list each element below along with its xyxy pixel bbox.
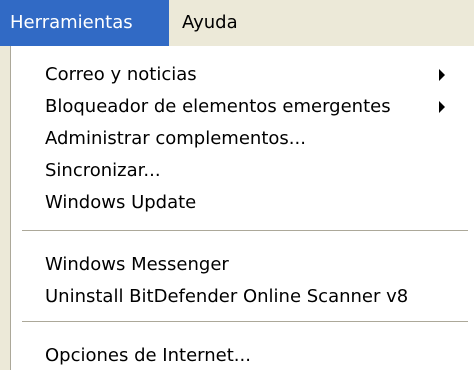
menu-item-sincronizar[interactable]: Sincronizar... — [45, 155, 161, 187]
menu-item-opciones-de-internet[interactable]: Opciones de Internet... — [45, 340, 251, 370]
menu-herramientas[interactable]: Herramientas — [0, 0, 169, 46]
menu-item-windows-update[interactable]: Windows Update — [45, 187, 196, 219]
tools-dropdown-menu: Correo y noticias Bloqueador de elemento… — [10, 46, 474, 370]
menu-item-administrar-complementos[interactable]: Administrar complementos... — [45, 123, 306, 155]
menu-item-bloqueador-emergentes[interactable]: Bloqueador de elementos emergentes — [45, 91, 391, 123]
submenu-arrow-icon — [439, 69, 445, 81]
menu-item-windows-messenger[interactable]: Windows Messenger — [45, 249, 229, 281]
menu-item-uninstall-bitdefender[interactable]: Uninstall BitDefender Online Scanner v8 — [45, 281, 408, 313]
menu-bar: Herramientas Ayuda — [0, 0, 474, 46]
menu-separator — [22, 321, 468, 325]
menu-ayuda[interactable]: Ayuda — [172, 0, 249, 46]
submenu-arrow-icon — [439, 101, 445, 113]
menu-item-correo-y-noticias[interactable]: Correo y noticias — [45, 59, 197, 91]
menu-separator — [22, 230, 468, 234]
